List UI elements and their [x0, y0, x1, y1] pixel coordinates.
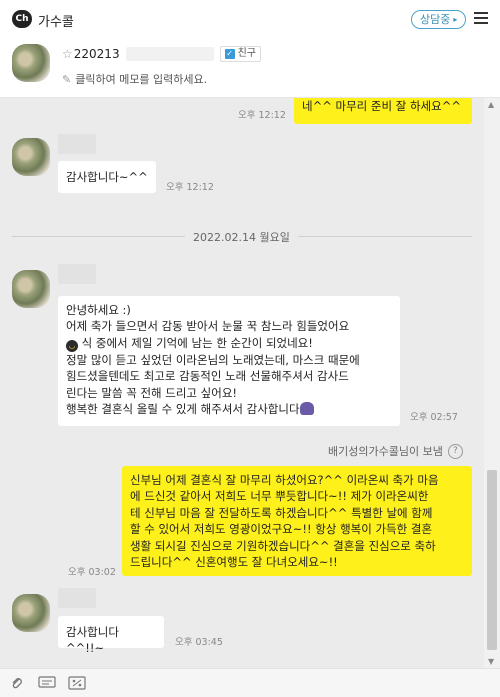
memo-placeholder: 클릭하여 메모를 입력하세요. — [75, 73, 208, 86]
pencil-icon: ✎ — [62, 72, 72, 86]
caret-right-icon: ▸ — [453, 15, 458, 24]
chat-scrollbar[interactable]: ▲ ▼ — [484, 98, 500, 668]
status-label: 상담중 — [420, 13, 451, 26]
bride-emoji-icon — [299, 402, 314, 416]
help-icon[interactable]: ? — [447, 443, 463, 459]
channel-name: 가수콜 — [38, 15, 74, 30]
avatar[interactable] — [12, 138, 50, 176]
message-text: 네^^ 마무리 준비 잘 하세요^^ — [302, 99, 461, 113]
friend-badge: ✓ 친구 — [219, 46, 261, 62]
friend-label: 친구 — [237, 48, 256, 59]
redacted-name — [125, 47, 214, 61]
status-dropdown-button[interactable]: 상담중 ▸ — [411, 10, 467, 29]
message-line: 안녕하세요 :) — [66, 303, 131, 317]
sent-message-bubble[interactable]: 신부님 어제 결혼식 잘 마무리 하셨어요?^^ 이라온씨 축가 마음 에 드신… — [122, 466, 472, 576]
memo-field[interactable]: ✎ 클릭하여 메모를 입력하세요. — [62, 71, 207, 87]
avatar[interactable] — [12, 44, 50, 82]
profile-name: ☆ 220213 ✓ 친구 — [62, 46, 261, 62]
message-line: 에 드신것 같아서 저희도 너무 뿌듯합니다~!! 제가 이라온씨한 — [130, 489, 429, 504]
message-line: 어제 축가 들으면서 감동 받아서 눈물 꾹 참느라 힘들었어요 — [66, 319, 350, 334]
bottom-toolbar — [0, 668, 500, 697]
message-line: 힘드셨을텐데도 최고로 감동적인 노래 선물해주셔서 감사드 — [66, 369, 349, 384]
screenshot-icon[interactable] — [68, 676, 86, 690]
message-line-text: 식 중에서 제일 기억에 남는 한 순간이 되었네요! — [81, 335, 313, 350]
message-text: 감사합니다~^^ — [66, 170, 148, 184]
message-line: 테 신부님 마음 잘 전달하도록 하겠습니다^^ 특별한 날에 함께 — [130, 505, 433, 520]
paperclip-icon[interactable] — [8, 676, 26, 690]
chat-area[interactable]: 오후 12:12 네^^ 마무리 준비 잘 하세요^^ 감사합니다~^^ 오후 … — [0, 98, 484, 668]
scroll-up-arrow-icon[interactable]: ▲ — [488, 100, 494, 109]
message-time: 오후 03:45 — [175, 637, 223, 648]
message-line: 신부님 어제 결혼식 잘 마무리 하셨어요?^^ 이라온씨 축가 마음 — [130, 473, 439, 487]
message-time: 오후 03:02 — [68, 567, 116, 578]
message-time: 오후 12:12 — [238, 110, 286, 121]
smiling-face-emoji-icon: ◡ — [66, 339, 78, 352]
window-header: Ch 가수콜 상담중 ▸ — [0, 0, 500, 38]
message-line: 드립니다^^ 신혼여행도 잘 다녀오세요~!! — [130, 555, 338, 570]
date-divider-label: 2022.02.14 월요일 — [185, 229, 298, 245]
check-icon: ✓ — [224, 49, 235, 59]
message-line: 생활 되시길 진심으로 기원하겠습니다^^ 결혼을 진심으로 축하 — [130, 538, 436, 553]
redacted-sender-name — [58, 588, 96, 608]
received-message-bubble[interactable]: 안녕하세요 :) 어제 축가 들으면서 감동 받아서 눈물 꾹 참느라 힘들었어… — [58, 296, 400, 426]
profile-name-prefix: 220213 — [73, 47, 120, 61]
received-message-bubble[interactable]: 감사합니다^^!!~ — [58, 616, 164, 655]
sender-note: 배기성의가수콜님이 보냄 ? — [328, 443, 463, 459]
scrollbar-thumb[interactable] — [487, 470, 497, 650]
scroll-down-arrow-icon[interactable]: ▼ — [488, 657, 494, 666]
received-message-bubble[interactable]: 감사합니다~^^ — [58, 161, 156, 193]
message-line: 행복한 결혼식 올릴 수 있게 해주셔서 감사합니다 — [66, 401, 392, 417]
speech-bubble-icon[interactable] — [38, 676, 56, 690]
channel-logo: Ch — [12, 10, 32, 28]
redacted-sender-name — [58, 134, 96, 154]
sent-message-bubble[interactable]: 네^^ 마무리 준비 잘 하세요^^ — [294, 98, 472, 124]
message-line: 린다는 말씀 꼭 전해 드리고 싶어요! — [66, 385, 238, 400]
star-icon[interactable]: ☆ — [62, 47, 73, 61]
message-time: 오후 12:12 — [166, 182, 214, 193]
avatar[interactable] — [12, 594, 50, 632]
profile-panel: ☆ 220213 ✓ 친구 ✎ 클릭하여 메모를 입력하세요. — [0, 38, 500, 98]
message-line-text: 행복한 결혼식 올릴 수 있게 해주셔서 감사합니다 — [66, 402, 300, 417]
avatar[interactable] — [12, 270, 50, 308]
message-text: 감사합니다^^!!~ — [66, 625, 119, 655]
hamburger-icon[interactable] — [474, 12, 488, 26]
sender-note-text: 배기성의가수콜님이 보냄 — [328, 445, 443, 458]
message-line: ◡ 식 중에서 제일 기억에 남는 한 순간이 되었네요! — [66, 335, 392, 352]
message-time: 오후 02:57 — [410, 412, 458, 423]
message-line: 할 수 있어서 저희도 영광이었구요~!! 항상 행복이 가득한 결혼 — [130, 522, 433, 537]
redacted-sender-name — [58, 264, 96, 284]
message-line: 정말 많이 듣고 싶었던 이라온님의 노래였는데, 마스크 때문에 — [66, 352, 360, 367]
